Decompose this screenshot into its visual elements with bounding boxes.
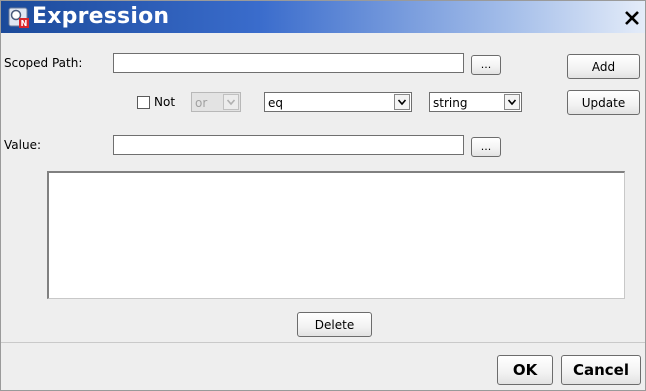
not-label: Not [154,95,176,109]
value-browse-button[interactable]: ... [471,137,501,157]
expression-dialog: N Expression Scoped Path: ... Add Not or… [0,0,646,391]
close-icon[interactable] [623,9,641,27]
operator-select[interactable]: eq [264,92,412,112]
expression-app-icon: N [8,7,30,29]
chevron-down-icon [223,94,239,110]
add-button[interactable]: Add [567,54,640,79]
footer-divider [1,342,645,343]
scoped-path-label: Scoped Path: [4,56,83,70]
title-bar[interactable]: N Expression [1,1,645,33]
conjunction-select: or [191,92,241,112]
svg-text:N: N [21,19,28,28]
dialog-title: Expression [32,4,170,29]
update-button[interactable]: Update [567,90,640,115]
scoped-path-browse-button[interactable]: ... [471,55,501,75]
delete-button[interactable]: Delete [297,312,372,337]
cancel-button[interactable]: Cancel [561,355,641,385]
value-input[interactable] [113,135,464,155]
type-value: string [433,96,468,110]
not-checkbox[interactable] [137,96,150,109]
chevron-down-icon[interactable] [394,94,410,110]
type-select[interactable]: string [429,92,522,112]
chevron-down-icon[interactable] [504,94,520,110]
conjunction-value: or [195,96,208,110]
ok-button[interactable]: OK [497,355,553,385]
operator-value: eq [268,96,283,110]
scoped-path-input[interactable] [113,53,464,73]
value-label: Value: [4,138,41,152]
expression-list[interactable] [47,171,625,299]
